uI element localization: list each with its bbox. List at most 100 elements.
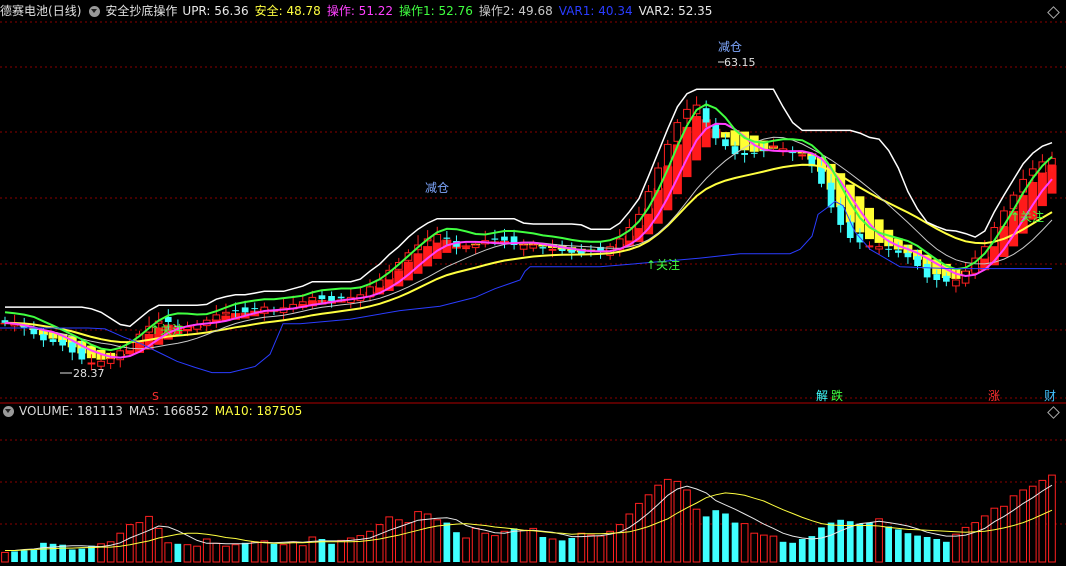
candle-body	[923, 263, 931, 278]
candle-body	[568, 250, 576, 253]
candle-body	[933, 274, 941, 280]
candle-body	[722, 139, 729, 147]
volume-bar	[116, 532, 125, 563]
volume-bar	[519, 529, 528, 563]
candle-body	[251, 308, 259, 310]
candle-body	[222, 311, 230, 315]
candle-body	[875, 246, 883, 250]
indicator-value-1: 安全: 48.78	[254, 4, 321, 18]
volume-bar	[663, 478, 672, 563]
candle-body	[49, 339, 57, 342]
candle-body	[731, 146, 739, 155]
volume-bar	[856, 523, 864, 562]
volume-bar	[990, 507, 999, 563]
volume-bar	[174, 543, 182, 562]
volume-bar	[558, 540, 566, 562]
volume-bar	[615, 524, 624, 563]
candle-body	[885, 248, 892, 250]
candle-body	[529, 244, 538, 249]
volume-bar	[943, 541, 950, 562]
candle-body	[798, 154, 807, 157]
volume-bar	[443, 522, 451, 562]
volume-bar	[818, 527, 825, 562]
volume-bar	[154, 527, 163, 563]
volume-bar	[875, 518, 883, 563]
candle-body	[712, 124, 720, 139]
volume-bar	[222, 545, 230, 563]
indicator-value-4: 操作2: 49.68	[478, 4, 553, 18]
volume-bar	[212, 542, 221, 563]
event-marker-zhang: 涨	[988, 388, 1000, 403]
volume-bar	[683, 489, 691, 563]
indicator-name: 安全抄底操作	[105, 4, 178, 18]
volume-bar	[375, 524, 384, 563]
candle-body	[827, 182, 835, 208]
candle-body	[750, 152, 758, 154]
volume-bar	[866, 522, 873, 562]
volume-bar	[423, 513, 432, 563]
volume-bar	[837, 519, 844, 562]
volume-bar	[750, 532, 759, 563]
volume-header: VOLUME: 181113 MA5: 166852 MA10: 187505	[0, 401, 308, 421]
volume-bar	[250, 541, 259, 563]
candle-body	[241, 307, 249, 313]
indicator-dropdown-icon[interactable]	[89, 5, 101, 17]
volume-bar	[298, 545, 307, 563]
volume-bar	[904, 533, 912, 562]
candle-body	[779, 148, 787, 151]
indicator-value-2: 操作: 51.22	[326, 4, 394, 18]
candle-body	[212, 314, 221, 321]
volume-bar	[414, 511, 422, 563]
indicator-values: UPR: 56.36 安全: 48.78 操作: 51.22 操作1: 52.76 操作…	[182, 1, 718, 21]
candle-body	[443, 237, 451, 239]
volume-bar	[596, 535, 605, 563]
candle-body	[328, 296, 335, 301]
volume-bar	[366, 530, 374, 563]
volume-bar	[510, 528, 518, 562]
stock-name: 德赛电池	[0, 4, 49, 18]
yellow-line	[4, 163, 1053, 344]
candle-body	[943, 275, 950, 282]
volume-bar	[539, 537, 547, 562]
candle-body	[318, 295, 326, 300]
indicator-value-0: UPR: 56.36	[182, 4, 249, 18]
candle-body	[741, 153, 748, 155]
volume-bar	[308, 536, 317, 563]
candle-body	[471, 244, 480, 249]
candle-body	[462, 247, 470, 250]
candle-body	[433, 234, 442, 244]
volume-bar	[952, 533, 960, 563]
volume-value-1: MA5: 166852	[128, 404, 209, 418]
volume-bar	[126, 524, 134, 563]
candle-body	[837, 205, 844, 225]
candle-body	[818, 166, 825, 184]
volume-bar	[635, 502, 643, 563]
volume-values: VOLUME: 181113 MA5: 166852 MA10: 187505	[19, 401, 308, 421]
volume-bar	[491, 535, 499, 563]
candle-body	[298, 301, 307, 305]
candle-body	[961, 270, 970, 284]
volume-bar	[971, 522, 979, 563]
high-price-label: 63.15	[724, 56, 756, 69]
candle-body	[702, 108, 710, 123]
volume-dropdown-icon[interactable]	[3, 405, 14, 417]
indicator-header: 德赛电池 (日线) 安全抄底操作 UPR: 56.36 安全: 48.78 操作: …	[0, 1, 718, 21]
volume-bar	[914, 535, 921, 562]
watch-label-3: ↑关注	[1010, 209, 1044, 224]
volume-bar	[462, 537, 470, 563]
candle-body	[548, 248, 557, 251]
candle-body	[308, 296, 317, 302]
candle-body	[97, 360, 105, 367]
volume-bar	[1019, 489, 1027, 563]
volume-bar	[587, 534, 595, 563]
volume-bar	[923, 537, 931, 562]
candle-body	[952, 279, 960, 287]
volume-bar	[328, 543, 335, 562]
volume-bar	[827, 522, 835, 562]
volume-bar	[500, 530, 509, 563]
volume-bar	[568, 538, 576, 562]
volume-bar	[644, 494, 653, 563]
volume-bar	[260, 540, 269, 563]
volume-bar	[769, 535, 778, 563]
volume-bar	[722, 513, 729, 562]
